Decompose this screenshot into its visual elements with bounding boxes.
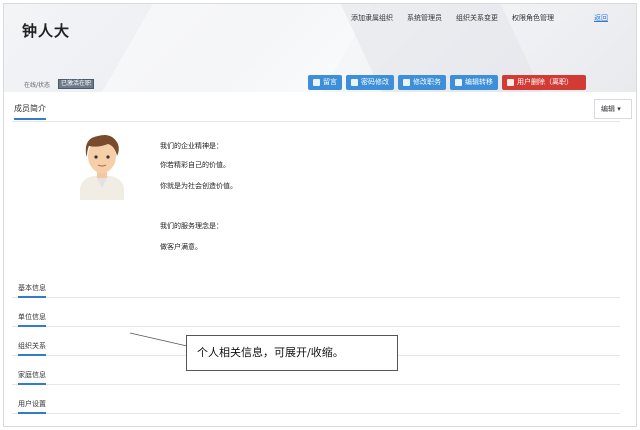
back-link[interactable]: 返回 — [594, 13, 608, 23]
link-add-org[interactable]: 添加隶属组织 — [351, 13, 393, 23]
profile-line-2: 你若精彩自己的价值。 — [160, 161, 230, 169]
status-area: 在线/状态 已激活在职 — [24, 79, 95, 89]
chat-icon — [313, 79, 320, 86]
edit-position-button[interactable]: 修改职务 — [398, 75, 446, 90]
section-basic-info[interactable]: 基本信息 — [12, 280, 620, 298]
tab-profile[interactable]: 成员简介 — [14, 103, 46, 120]
edit-icon — [403, 79, 410, 86]
section-user-settings[interactable]: 用户设置 — [12, 396, 620, 414]
lock-icon — [351, 79, 358, 86]
delete-icon — [507, 79, 514, 86]
link-sys-admin[interactable]: 系统管理员 — [407, 13, 442, 23]
avatar-eye-left — [94, 155, 98, 159]
profile-line-5: 做客户满意。 — [160, 243, 202, 251]
transfer-button[interactable]: 编辑转移 — [450, 75, 498, 90]
edit-position-label: 修改职务 — [413, 78, 441, 86]
message-button[interactable]: 留言 — [308, 75, 342, 90]
section-user-settings-label: 用户设置 — [18, 399, 46, 414]
edit-dropdown[interactable]: 编辑 ▾ — [594, 99, 632, 119]
status-label: 在线/状态 — [24, 81, 51, 89]
avatar — [80, 135, 124, 200]
top-links: 添加隶属组织 系统管理员 组织关系变更 权限角色管理 返回 — [351, 13, 608, 23]
link-role-manage[interactable]: 权限角色管理 — [512, 13, 554, 23]
profile-header: 钟人大 添加隶属组织 系统管理员 组织关系变更 权限角色管理 返回 在线/状态 … — [4, 4, 636, 92]
transfer-label: 编辑转移 — [465, 78, 493, 86]
password-change-label: 密码修改 — [361, 78, 389, 86]
avatar-eye-right — [106, 155, 110, 159]
callout-annotation: 个人相关信息，可展开/收缩。 — [186, 335, 398, 371]
profile-line-4: 我们的服务理念是： — [160, 222, 223, 230]
delete-user-button[interactable]: 用户删除（离职） — [502, 75, 586, 90]
user-name-title: 钟人大 — [22, 22, 71, 40]
profile-section-header: 成员简介 — [12, 100, 620, 122]
message-button-label: 留言 — [323, 78, 337, 86]
profile-line-3: 你就是为社会创造价值。 — [160, 182, 237, 190]
section-org-relation-label: 组织关系 — [18, 341, 46, 356]
profile-line-1: 我们的企业精神是： — [160, 142, 223, 150]
delete-user-label: 用户删除（离职） — [517, 78, 573, 86]
transfer-icon — [455, 79, 462, 86]
action-toolbar: 留言 密码修改 修改职务 编辑转移 用户删除（离职） — [308, 75, 590, 90]
section-family-info-label: 家庭信息 — [18, 370, 46, 385]
status-badge: 已激活在职 — [58, 79, 95, 89]
section-basic-info-label: 基本信息 — [18, 283, 46, 298]
link-org-change[interactable]: 组织关系变更 — [456, 13, 498, 23]
section-unit-info[interactable]: 单位信息 — [12, 309, 620, 327]
password-change-button[interactable]: 密码修改 — [346, 75, 394, 90]
section-unit-info-label: 单位信息 — [18, 312, 46, 327]
